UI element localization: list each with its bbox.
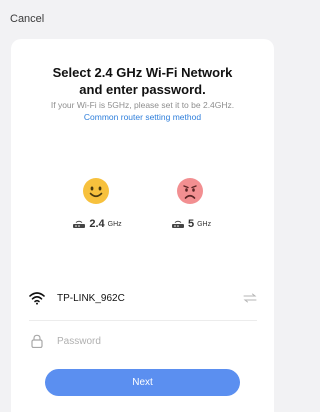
band-unit: GHz [197,220,212,228]
password-input[interactable] [57,335,257,347]
wifi-icon [29,292,45,305]
band-label-5: 5 GHz [161,217,221,231]
band-label-2-4: 2.4 GHz [67,217,127,231]
router-setting-link[interactable]: Common router setting method [11,112,274,122]
page-title: Select 2.4 GHz Wi-Fi Network and enter p… [11,64,274,98]
band-frequency: 2.4 [89,218,105,230]
happy-face-icon [83,178,109,204]
subtitle-hint: If your Wi-Fi is 5GHz, please set it to … [50,100,235,110]
router-icon [171,220,184,228]
wifi-setup-card: Select 2.4 GHz Wi-Fi Network and enter p… [11,39,274,412]
password-row[interactable] [29,331,257,351]
cancel-button[interactable]: Cancel [10,13,44,25]
divider [29,320,257,321]
title-line-2: and enter password. [79,82,206,97]
title-line-1: Select 2.4 GHz Wi-Fi Network [52,65,233,80]
sad-face-icon [177,178,203,204]
band-unit: GHz [107,220,122,228]
switch-network-icon[interactable] [243,293,257,303]
lock-icon [31,334,43,348]
router-icon [73,220,86,228]
band-frequency: 5 [187,218,195,230]
ssid-row[interactable]: TP-LINK_962C [29,288,257,308]
next-button[interactable]: Next [45,369,240,396]
ssid-value: TP-LINK_962C [57,292,125,304]
